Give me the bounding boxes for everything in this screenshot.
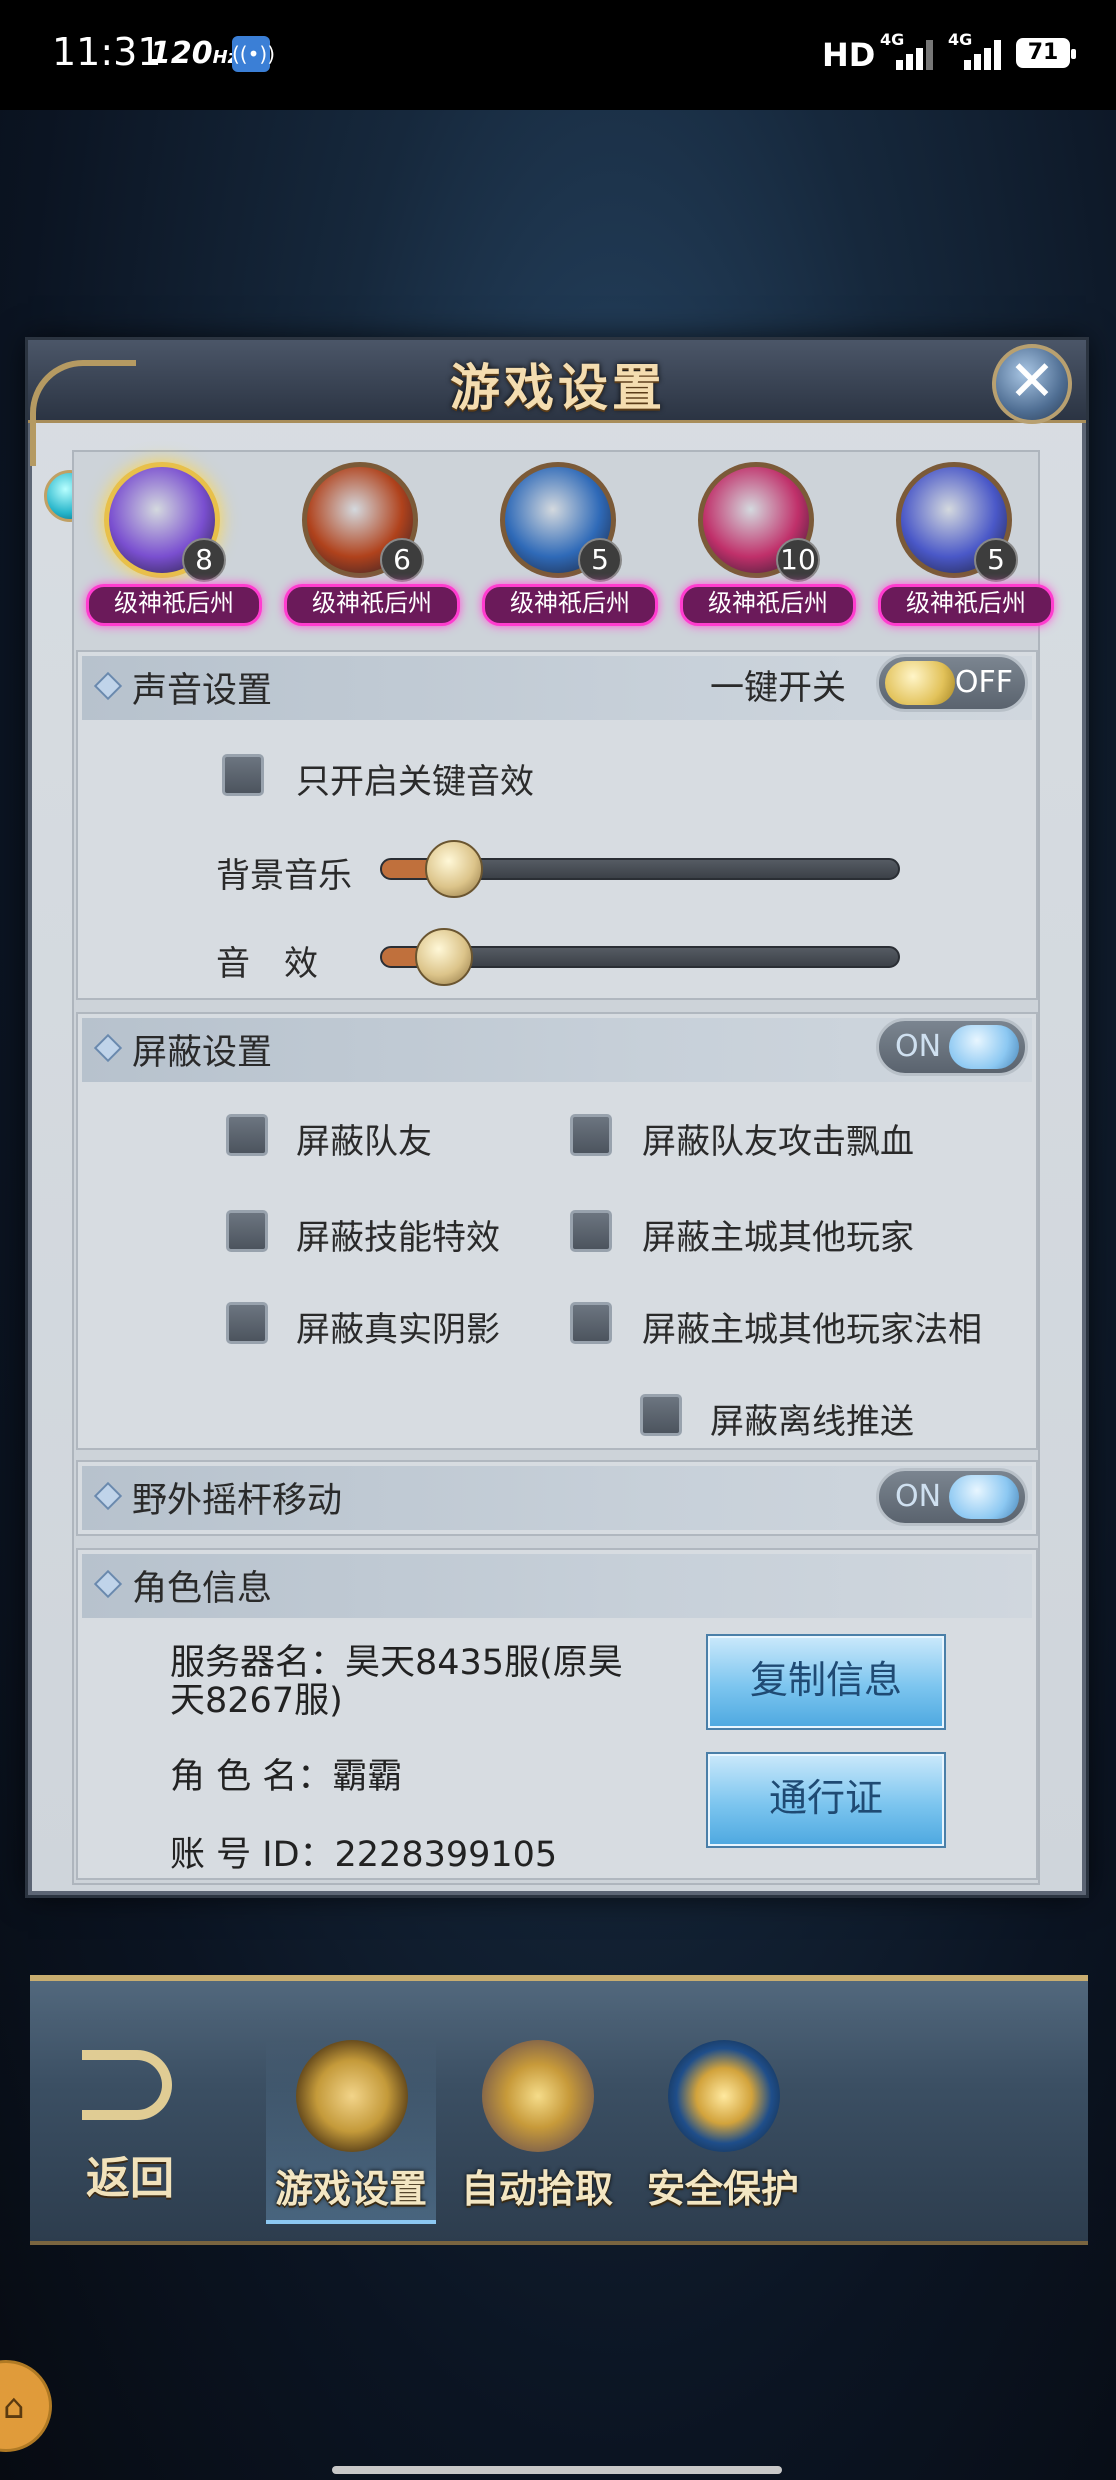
server-name-line1: 服务器名：昊天8435服(原昊 bbox=[170, 1643, 623, 1683]
hero-card[interactable]: 5 级神祇后州 bbox=[482, 462, 658, 626]
hero-level: 5 bbox=[578, 538, 622, 582]
bgm-slider-knob[interactable] bbox=[425, 840, 483, 898]
joystick-section-title: 野外摇杆移动 bbox=[132, 1481, 343, 1521]
hero-card[interactable]: 8 级神祇后州 bbox=[86, 462, 262, 626]
status-bar: 11:31 120Hz ((•)) HD 4G 4G 71 bbox=[0, 0, 1116, 110]
money-bag-icon bbox=[482, 2040, 594, 2152]
hd-indicator: HD bbox=[822, 36, 876, 74]
close-button[interactable]: ✕ bbox=[992, 344, 1072, 424]
block-skill-fx-checkbox[interactable] bbox=[226, 1210, 268, 1252]
battery-icon: 71 bbox=[1016, 38, 1076, 68]
joystick-toggle[interactable]: ON bbox=[876, 1468, 1028, 1526]
block-teammate-damage-label: 屏蔽队友攻击飘血 bbox=[642, 1122, 914, 1162]
block-city-players-checkbox[interactable] bbox=[570, 1210, 612, 1252]
hero-level: 8 bbox=[182, 538, 226, 582]
block-toggle[interactable]: ON bbox=[876, 1018, 1028, 1076]
toggle-knob bbox=[949, 1025, 1019, 1069]
hero-card[interactable]: 10 级神祇后州 bbox=[680, 462, 856, 626]
block-teammates-checkbox[interactable] bbox=[226, 1114, 268, 1156]
block-skill-fx-label: 屏蔽技能特效 bbox=[296, 1218, 500, 1258]
hero-level: 10 bbox=[776, 538, 820, 582]
sfx-label: 音 效 bbox=[216, 944, 318, 984]
back-arrow-icon bbox=[82, 2050, 172, 2120]
tab-label: 安全保护 bbox=[646, 2167, 799, 2211]
hero-tag: 级神祇后州 bbox=[680, 584, 856, 626]
block-shadows-checkbox[interactable] bbox=[226, 1302, 268, 1344]
signal-icon: 4G bbox=[880, 30, 940, 70]
hero-level: 6 bbox=[380, 538, 424, 582]
gesture-bar[interactable] bbox=[332, 2466, 782, 2474]
role-name: 角 色 名：霸霸 bbox=[170, 1757, 403, 1797]
toggle-state: ON bbox=[895, 1029, 942, 1064]
block-shadows-label: 屏蔽真实阴影 bbox=[296, 1310, 500, 1350]
hotspot-icon: ((•)) bbox=[232, 36, 275, 72]
master-sound-toggle[interactable]: OFF bbox=[876, 654, 1028, 712]
refresh-rate: 120Hz bbox=[150, 36, 239, 71]
hero-tag: 级神祇后州 bbox=[878, 584, 1054, 626]
back-label: 返回 bbox=[86, 2153, 174, 2204]
key-sfx-checkbox[interactable] bbox=[222, 754, 264, 796]
block-city-dharma-checkbox[interactable] bbox=[570, 1302, 612, 1344]
toggle-knob bbox=[885, 661, 955, 705]
block-city-players-label: 屏蔽主城其他玩家 bbox=[642, 1218, 914, 1258]
block-offline-push-label: 屏蔽离线推送 bbox=[710, 1402, 914, 1442]
toggle-state: ON bbox=[895, 1479, 942, 1514]
tab-label: 游戏设置 bbox=[274, 2167, 427, 2211]
block-section-title: 屏蔽设置 bbox=[132, 1033, 273, 1073]
gear-icon bbox=[296, 2040, 408, 2152]
tab-game-settings[interactable]: 游戏设置 bbox=[266, 2040, 436, 2224]
signal-icon: 4G bbox=[948, 30, 1008, 70]
back-button[interactable]: 返回 bbox=[62, 2050, 202, 2210]
hero-tag: 级神祇后州 bbox=[284, 584, 460, 626]
account-id: 账 号 ID：2228399105 bbox=[170, 1835, 558, 1875]
copy-info-button[interactable]: 复制信息 bbox=[706, 1634, 946, 1730]
hero-card[interactable]: 5 级神祇后州 bbox=[878, 462, 1054, 626]
hero-level: 5 bbox=[974, 538, 1018, 582]
pass-button[interactable]: 通行证 bbox=[706, 1752, 946, 1848]
block-teammate-damage-checkbox[interactable] bbox=[570, 1114, 612, 1156]
toggle-knob bbox=[949, 1475, 1019, 1519]
tab-auto-pickup[interactable]: 自动拾取 bbox=[452, 2040, 622, 2220]
sfx-slider-knob[interactable] bbox=[414, 928, 473, 986]
role-section-title: 角色信息 bbox=[132, 1569, 273, 1609]
dialog-title: 游戏设置 bbox=[450, 359, 666, 417]
block-offline-push-checkbox[interactable] bbox=[640, 1394, 682, 1436]
hero-tag: 级神祇后州 bbox=[482, 584, 658, 626]
tab-security[interactable]: 安全保护 bbox=[638, 2040, 808, 2220]
bgm-label: 背景音乐 bbox=[216, 856, 352, 896]
server-name-line2: 天8267服) bbox=[170, 1681, 343, 1721]
home-icon: ⌂ bbox=[3, 2387, 25, 2427]
master-switch-label: 一键开关 bbox=[710, 668, 846, 708]
key-sfx-label: 只开启关键音效 bbox=[296, 762, 534, 802]
tab-label: 自动拾取 bbox=[460, 2167, 613, 2211]
toggle-state: OFF bbox=[954, 665, 1013, 700]
clock: 11:31 bbox=[52, 30, 162, 74]
hero-card[interactable]: 6 级神祇后州 bbox=[284, 462, 460, 626]
block-city-dharma-label: 屏蔽主城其他玩家法相 bbox=[642, 1310, 982, 1350]
sound-section-title: 声音设置 bbox=[132, 671, 273, 711]
hero-tag: 级神祇后州 bbox=[86, 584, 262, 626]
block-teammates-label: 屏蔽队友 bbox=[296, 1122, 432, 1162]
shield-lock-icon bbox=[668, 2040, 780, 2152]
